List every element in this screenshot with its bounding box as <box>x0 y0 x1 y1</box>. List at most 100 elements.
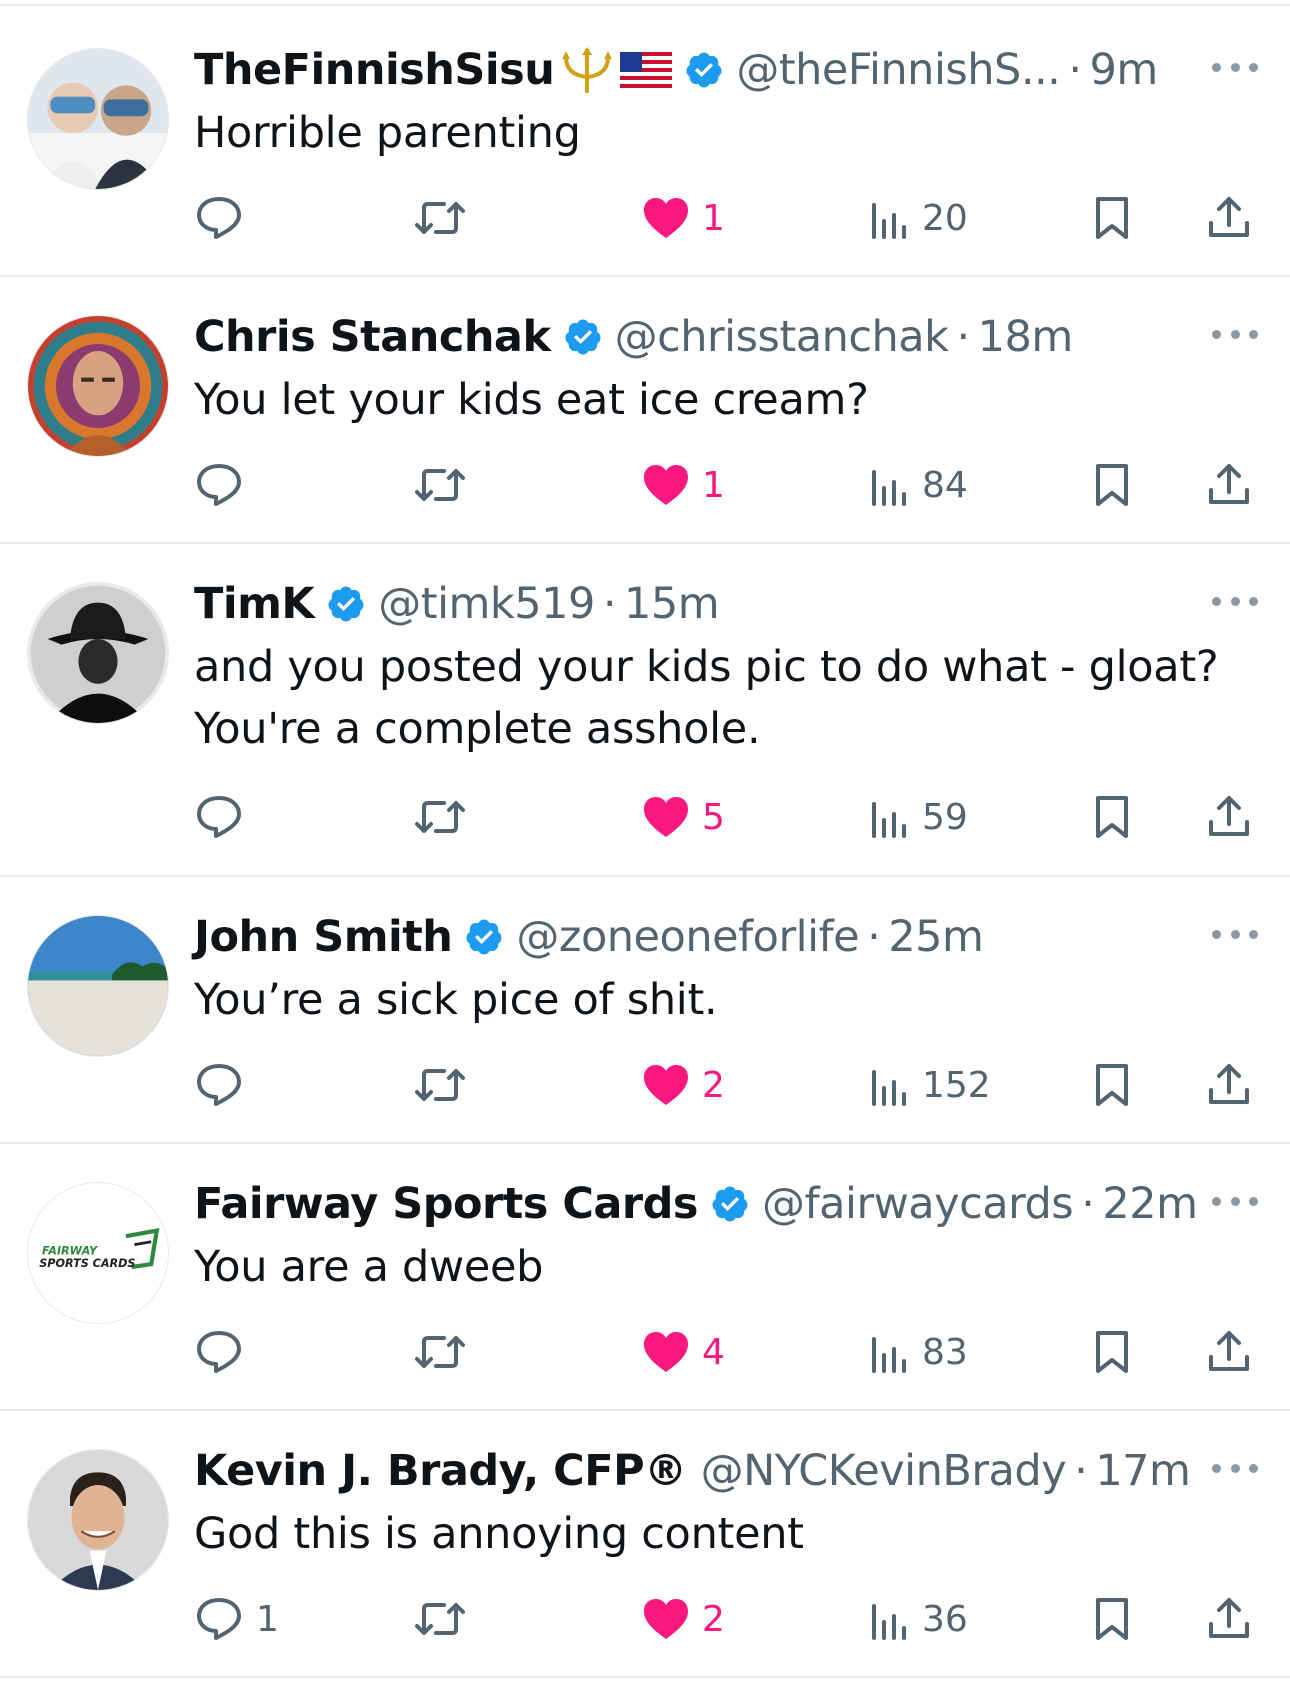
reply-button[interactable] <box>194 1322 256 1382</box>
view-count: 84 <box>922 464 968 506</box>
like-button[interactable]: 2 <box>642 1589 725 1649</box>
separator: · <box>1074 1446 1088 1496</box>
bookmark-icon <box>1096 1064 1128 1106</box>
tweet[interactable]: FAIRWAY SPORTS CARDS Fairway Sports Card… <box>0 1144 1290 1411</box>
display-name[interactable]: Chris Stanchak <box>194 312 551 362</box>
views-button[interactable]: 84 <box>870 455 968 515</box>
display-name[interactable]: Fairway Sports Cards <box>194 1179 699 1229</box>
timestamp[interactable]: 22m <box>1102 1179 1198 1229</box>
share-button[interactable] <box>1206 188 1252 248</box>
analytics-icon <box>872 203 906 239</box>
retweet-button[interactable] <box>414 1322 466 1382</box>
avatar-image: FAIRWAY SPORTS CARDS <box>28 1183 168 1323</box>
like-button[interactable]: 2 <box>642 1055 725 1115</box>
views-button[interactable]: 152 <box>870 1055 991 1115</box>
action-bar: 1 2 36 <box>194 1589 1250 1649</box>
more-options-icon[interactable] <box>1212 1453 1258 1483</box>
views-button[interactable]: 59 <box>870 787 968 847</box>
reply-button[interactable] <box>194 188 256 248</box>
handle[interactable]: @NYCKevinBrady <box>701 1446 1067 1496</box>
bookmark-button[interactable] <box>1092 455 1132 515</box>
retweet-button[interactable] <box>414 455 466 515</box>
share-button[interactable] <box>1206 455 1252 515</box>
retweet-button[interactable] <box>414 1589 466 1649</box>
like-button[interactable]: 1 <box>642 455 725 515</box>
handle[interactable]: @fairwaycards <box>762 1179 1074 1229</box>
like-button[interactable]: 1 <box>642 188 725 248</box>
verified-badge-icon <box>326 584 366 624</box>
timestamp[interactable]: 17m <box>1095 1446 1191 1496</box>
handle[interactable]: @chrisstanchak <box>615 312 949 362</box>
retweet-button[interactable] <box>414 787 466 847</box>
views-button[interactable]: 83 <box>870 1322 968 1382</box>
tweet[interactable]: TimK @timk519 · 15m and you posted your … <box>0 544 1290 877</box>
timestamp[interactable]: 25m <box>888 912 984 962</box>
avatar[interactable] <box>27 915 169 1057</box>
bookmark-button[interactable] <box>1092 188 1132 248</box>
reply-button[interactable] <box>194 787 256 847</box>
separator: · <box>1081 1179 1095 1229</box>
display-name[interactable]: Kevin J. Brady, CFP® <box>194 1446 687 1496</box>
handle[interactable]: @theFinnishS... <box>736 45 1061 95</box>
bookmark-icon <box>1096 796 1128 838</box>
avatar[interactable]: FAIRWAY SPORTS CARDS <box>27 1182 169 1324</box>
heart-icon <box>644 1332 688 1372</box>
reply-feed: TheFinnishSisu @theFinnishS... · 9m Horr… <box>0 4 1290 1678</box>
share-button[interactable] <box>1206 787 1252 847</box>
share-button[interactable] <box>1206 1589 1252 1649</box>
bookmark-icon <box>1096 1598 1128 1640</box>
tweet[interactable]: Chris Stanchak @chrisstanchak · 18m You … <box>0 277 1290 544</box>
share-button[interactable] <box>1206 1322 1252 1382</box>
action-bar: 5 59 <box>194 787 1250 847</box>
tweet-header: TimK @timk519 · 15m <box>194 574 1180 634</box>
bookmark-button[interactable] <box>1092 1322 1132 1382</box>
display-name[interactable]: TheFinnishSisu <box>194 45 555 95</box>
share-button[interactable] <box>1206 1055 1252 1115</box>
reply-icon <box>197 197 241 239</box>
handle[interactable]: @timk519 <box>378 579 595 629</box>
like-count: 2 <box>702 1064 725 1106</box>
display-name[interactable]: John Smith <box>194 912 453 962</box>
more-options-icon[interactable] <box>1212 319 1258 349</box>
share-icon <box>1209 796 1249 836</box>
avatar[interactable] <box>27 1449 169 1591</box>
timestamp[interactable]: 18m <box>978 312 1074 362</box>
trident-emoji-icon <box>558 45 616 95</box>
more-options-icon[interactable] <box>1212 1186 1258 1216</box>
views-button[interactable]: 20 <box>870 188 968 248</box>
avatar[interactable] <box>27 582 169 724</box>
share-icon <box>1209 1598 1249 1638</box>
reply-button[interactable] <box>194 455 256 515</box>
more-options-icon[interactable] <box>1212 586 1258 616</box>
reply-button[interactable] <box>194 1055 256 1115</box>
like-button[interactable]: 5 <box>642 787 725 847</box>
like-button[interactable]: 4 <box>642 1322 725 1382</box>
tweet-header: TheFinnishSisu @theFinnishS... · 9m <box>194 40 1180 100</box>
avatar-image <box>28 316 168 456</box>
retweet-button[interactable] <box>414 1055 466 1115</box>
bookmark-button[interactable] <box>1092 1589 1132 1649</box>
more-options-icon[interactable] <box>1212 919 1258 949</box>
display-name[interactable]: TimK <box>194 579 315 629</box>
avatar[interactable] <box>27 315 169 457</box>
tweet-header: John Smith @zoneoneforlife · 25m <box>194 907 1180 967</box>
retweet-button[interactable] <box>414 188 478 248</box>
avatar[interactable] <box>27 48 169 190</box>
reply-button[interactable]: 1 <box>194 1589 279 1649</box>
more-options-icon[interactable] <box>1212 52 1258 82</box>
tweet[interactable]: John Smith @zoneoneforlife · 25m You’re … <box>0 877 1290 1144</box>
timestamp[interactable]: 15m <box>624 579 720 629</box>
handle[interactable]: @zoneoneforlife <box>516 912 859 962</box>
reply-icon <box>197 1598 241 1640</box>
retweet-icon <box>415 1069 465 1101</box>
tweet-header: Fairway Sports Cards @fairwaycards · 22m <box>194 1174 1198 1234</box>
views-button[interactable]: 36 <box>870 1589 968 1649</box>
tweet[interactable]: Kevin J. Brady, CFP® @NYCKevinBrady · 17… <box>0 1411 1290 1678</box>
analytics-icon <box>872 1070 906 1106</box>
share-icon <box>1209 1064 1249 1104</box>
timestamp[interactable]: 9m <box>1090 45 1159 95</box>
bookmark-button[interactable] <box>1092 787 1132 847</box>
tweet[interactable]: TheFinnishSisu @theFinnishS... · 9m Horr… <box>0 10 1290 277</box>
view-count: 36 <box>922 1598 968 1640</box>
bookmark-button[interactable] <box>1092 1055 1132 1115</box>
